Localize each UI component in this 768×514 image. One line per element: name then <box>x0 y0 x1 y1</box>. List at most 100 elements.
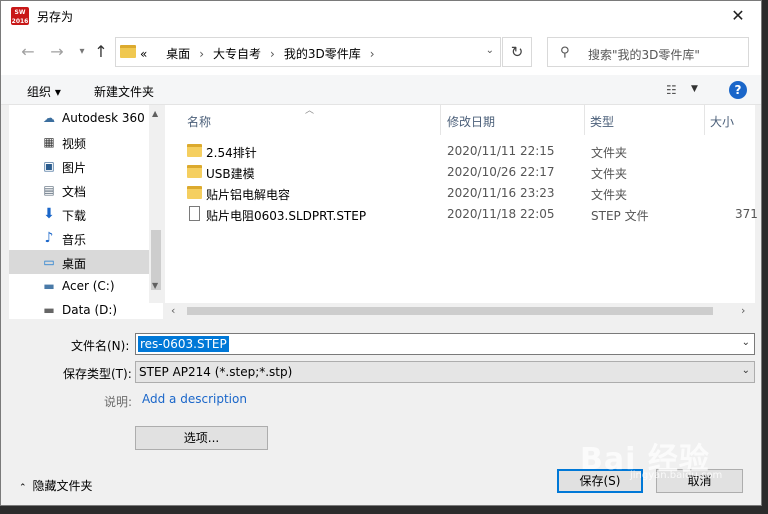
file-name: 贴片铝电解电容 <box>206 188 291 202</box>
sidebar-item-pictures[interactable]: ▣ 图片 <box>9 154 149 178</box>
breadcrumb-dazhuan-zikao[interactable]: 大专自考 <box>213 47 261 61</box>
add-description-link[interactable]: Add a description <box>142 392 247 406</box>
scroll-down-arrow-icon[interactable]: ▼ <box>152 281 158 290</box>
music-icon: ♪ <box>44 230 54 246</box>
horizontal-scrollbar[interactable]: ‹ › <box>165 303 755 319</box>
file-row[interactable]: USB建模 2020/10/26 22:17 文件夹 <box>165 161 755 182</box>
file-list: ︿ 名称 修改日期 类型 大小 2.54排针 2020/11/11 22:15 … <box>165 105 758 319</box>
title-bar: SW 2016 另存为 ✕ <box>1 1 761 31</box>
file-modified: 2020/11/16 23:23 <box>447 186 555 200</box>
filetype-select[interactable]: STEP AP214 (*.step;*.stp) ⌄ <box>135 361 755 383</box>
file-name: 贴片电阻0603.SLDPRT.STEP <box>206 209 367 223</box>
folder-icon <box>187 186 202 199</box>
column-divider[interactable] <box>440 105 441 135</box>
back-arrow-icon[interactable]: ← <box>17 41 39 63</box>
pictures-icon: ▣ <box>43 159 55 173</box>
chevron-down-icon[interactable]: ⌄ <box>742 365 750 376</box>
hide-folders-toggle[interactable]: ⌃ 隐藏文件夹 <box>19 477 93 494</box>
search-icon: ⚲ <box>560 45 570 60</box>
up-arrow-icon[interactable]: ↑ <box>90 41 112 63</box>
sidebar-scrollbar[interactable]: ▲ ▼ <box>149 105 163 303</box>
file-row[interactable]: 2.54排针 2020/11/11 22:15 文件夹 <box>165 140 755 161</box>
sidebar-item-desktop[interactable]: ▭ 桌面 <box>9 250 149 274</box>
chevron-down-icon[interactable]: ⌄ <box>742 337 750 348</box>
scroll-left-arrow-icon[interactable]: ‹ <box>171 304 175 317</box>
drive-icon: ▬ <box>43 303 55 317</box>
address-bar[interactable]: « 桌面 › 大专自考 › 我的3D零件库 › ⌄ <box>115 37 501 67</box>
help-icon[interactable]: ? <box>729 81 747 99</box>
folder-icon <box>120 45 136 58</box>
chevron-up-icon: ⌃ <box>19 483 27 493</box>
download-icon: ⬇ <box>43 206 55 222</box>
search-input[interactable]: ⚲ 搜索"我的3D零件库" <box>547 37 749 67</box>
breadcrumb-overflow[interactable]: « <box>140 47 147 61</box>
column-divider[interactable] <box>704 105 705 135</box>
desktop-icon: ▭ <box>43 255 55 269</box>
sidebar-item-documents[interactable]: ▤ 文档 <box>9 178 149 202</box>
sidebar-item-label: 图片 <box>62 161 87 175</box>
cloud-icon: ☁ <box>43 111 55 125</box>
filename-label: 文件名(N): <box>71 339 130 353</box>
drive-icon: ▬ <box>43 279 55 293</box>
sidebar-item-videos[interactable]: ▦ 视频 <box>9 130 149 154</box>
sidebar-item-label: 音乐 <box>62 233 87 247</box>
sidebar-item-label: 文档 <box>62 185 87 199</box>
breadcrumb-chevron-icon: › <box>369 47 375 61</box>
forward-arrow-icon[interactable]: → <box>46 41 68 63</box>
column-header-type[interactable]: 类型 <box>590 113 614 130</box>
scroll-right-arrow-icon[interactable]: › <box>741 304 745 317</box>
breadcrumb-desktop[interactable]: 桌面 <box>166 47 190 61</box>
command-toolbar: 组织 ▾ 新建文件夹 ☷ ▼ ? <box>1 75 761 105</box>
file-row[interactable]: 贴片铝电解电容 2020/11/16 23:23 文件夹 <box>165 182 755 203</box>
file-modified: 2020/10/26 22:17 <box>447 165 555 179</box>
file-size: 371 <box>735 207 758 221</box>
breadcrumb-chevron-icon: › <box>270 47 275 61</box>
file-type: 文件夹 <box>591 167 628 181</box>
navigation-pane: ☁ Autodesk 360 ▦ 视频 ▣ 图片 ▤ 文档 ⬇ 下载 ♪ 音乐 … <box>9 105 163 319</box>
refresh-icon[interactable]: ↻ <box>502 37 532 67</box>
sidebar-item-label: Data (D:) <box>62 303 118 317</box>
sidebar-item-label: Autodesk 360 <box>62 111 145 125</box>
breadcrumb-chevron-icon: › <box>199 47 204 61</box>
column-divider[interactable] <box>584 105 585 135</box>
close-button[interactable]: ✕ <box>715 1 761 31</box>
filename-value: res-0603.STEP <box>138 336 229 352</box>
description-label: 说明: <box>104 395 133 409</box>
sidebar-item-autodesk-360[interactable]: ☁ Autodesk 360 <box>9 106 149 130</box>
view-options-icon[interactable]: ☷ <box>666 83 677 97</box>
sidebar-item-label: 视频 <box>62 137 87 151</box>
sidebar-item-label: 下载 <box>62 209 87 223</box>
scroll-up-arrow-icon[interactable]: ▲ <box>152 109 158 118</box>
options-button[interactable]: 选项... <box>135 426 268 450</box>
video-icon: ▦ <box>43 135 55 149</box>
file-modified: 2020/11/11 22:15 <box>447 144 555 158</box>
documents-icon: ▤ <box>43 183 55 197</box>
file-type: 文件夹 <box>591 146 628 160</box>
folder-icon <box>187 165 202 178</box>
search-placeholder: 搜索"我的3D零件库" <box>588 48 700 62</box>
address-dropdown-icon[interactable]: ⌄ <box>486 45 494 56</box>
new-folder-button[interactable]: 新建文件夹 <box>94 83 154 100</box>
file-name: 2.54排针 <box>206 146 257 160</box>
organize-menu[interactable]: 组织 ▾ <box>27 83 61 100</box>
sort-ascending-icon: ︿ <box>305 106 315 116</box>
file-row[interactable]: 贴片电阻0603.SLDPRT.STEP 2020/11/18 22:05 ST… <box>165 203 758 224</box>
sidebar-item-drive-c[interactable]: ▬ Acer (C:) <box>9 274 149 298</box>
column-header-size[interactable]: 大小 <box>710 113 734 130</box>
filename-field[interactable]: res-0603.STEP ⌄ <box>135 333 755 355</box>
save-as-dialog: SW 2016 另存为 ✕ ← → ▾ ↑ « 桌面 › 大专自考 › 我的3D零件库 › … <box>0 0 762 506</box>
baidu-watermark-url: jingyan.baidu.com <box>630 470 723 481</box>
window-title: 另存为 <box>37 10 74 24</box>
sidebar-item-downloads[interactable]: ⬇ 下载 <box>9 202 149 226</box>
column-header-modified[interactable]: 修改日期 <box>447 113 495 130</box>
scrollbar-thumb[interactable] <box>187 307 713 315</box>
hide-folders-label: 隐藏文件夹 <box>32 479 93 493</box>
column-header-name[interactable]: 名称 <box>187 113 211 130</box>
filetype-value: STEP AP214 (*.step;*.stp) <box>139 365 293 379</box>
view-dropdown-icon[interactable]: ▼ <box>691 84 698 94</box>
breadcrumb-3d-parts-library[interactable]: 我的3D零件库 <box>284 47 361 61</box>
file-icon <box>189 206 200 221</box>
sidebar-item-music[interactable]: ♪ 音乐 <box>9 226 149 250</box>
folder-icon <box>187 144 202 157</box>
file-type: STEP 文件 <box>591 209 649 223</box>
